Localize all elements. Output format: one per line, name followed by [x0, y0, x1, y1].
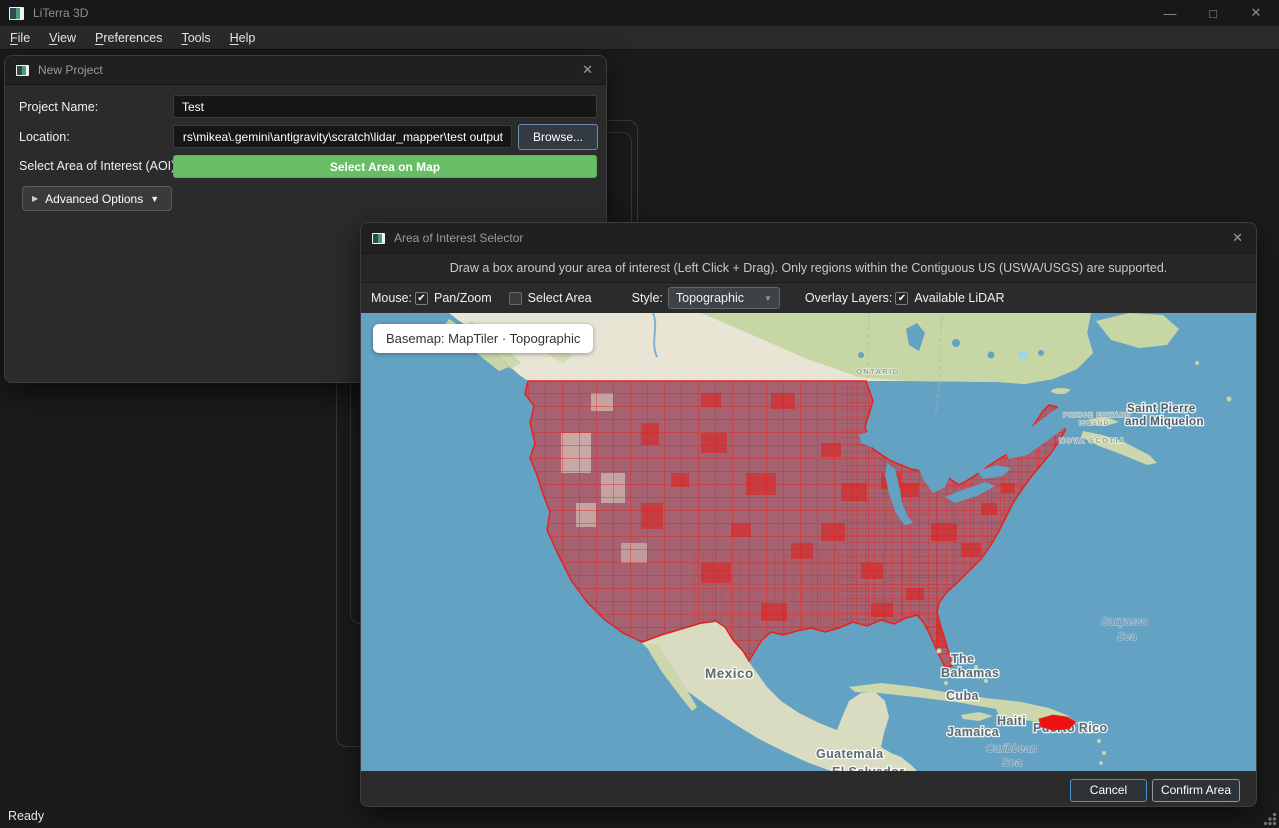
- menu-preferences[interactable]: Preferences: [95, 31, 162, 45]
- map-canvas[interactable]: ONTARIO PRINCE EDWARD ISLAND NOVA SCOTIA…: [361, 313, 1256, 771]
- bright-lake: [1018, 351, 1028, 359]
- style-label: Style:: [632, 291, 663, 305]
- close-icon[interactable]: ✕: [1249, 5, 1263, 21]
- pan-zoom-checkbox[interactable]: ✔: [415, 292, 428, 305]
- mouse-label: Mouse:: [371, 291, 412, 305]
- map-label-ontario: ONTARIO: [856, 367, 900, 376]
- map-label-sargasso-sea: Sargasso: [1101, 616, 1147, 628]
- expander-arrow-icon: ▶: [32, 194, 38, 203]
- menu-bar: File View Preferences Tools Help: [0, 26, 1279, 50]
- location-input[interactable]: rs\mikea\.gemini\antigravity\scratch\lid…: [173, 125, 512, 148]
- available-lidar-checkbox[interactable]: ✔: [895, 292, 908, 305]
- map-label-sargasso-sea-2: Sea: [1117, 631, 1137, 643]
- aoi-toolbar: Mouse: ✔ Pan/Zoom Select Area Style: Top…: [361, 283, 1256, 313]
- aoi-footer: Cancel Confirm Area: [361, 771, 1256, 809]
- map-label-caribbean-sea: Caribbean: [986, 743, 1037, 755]
- small-island: [1195, 361, 1199, 365]
- map-label-caribbean-sea-2: Sea: [1002, 757, 1022, 769]
- project-name-input[interactable]: Test: [173, 95, 597, 118]
- map-label-jamaica: Jamaica: [947, 725, 1000, 739]
- st-lawrence-estuary: [1064, 387, 1108, 409]
- map-label-bahamas-2: Bahamas: [941, 666, 999, 680]
- status-text: Ready: [8, 809, 44, 823]
- cancel-button[interactable]: Cancel: [1070, 779, 1147, 802]
- select-area-on-map-button[interactable]: Select Area on Map: [173, 155, 597, 178]
- map-label-haiti: Haiti: [997, 714, 1026, 728]
- map-label-guatemala: Guatemala: [816, 747, 884, 761]
- style-dropdown[interactable]: Topographic ▼: [668, 287, 780, 309]
- menu-tools[interactable]: Tools: [181, 31, 210, 45]
- minimize-icon[interactable]: —: [1163, 6, 1177, 21]
- overlay-layers-label: Overlay Layers:: [805, 291, 893, 305]
- aoi-selector-dialog: Area of Interest Selector ✕ Draw a box a…: [360, 222, 1257, 807]
- browse-button[interactable]: Browse...: [518, 124, 598, 150]
- aoi-titlebar[interactable]: Area of Interest Selector ✕: [361, 223, 1256, 254]
- new-project-titlebar[interactable]: New Project ✕: [5, 56, 606, 85]
- map-label-mexico: Mexico: [705, 666, 754, 681]
- select-area-label: Select Area: [528, 291, 592, 305]
- window-title: LiTerra 3D: [33, 6, 88, 20]
- pan-zoom-label: Pan/Zoom: [434, 291, 492, 305]
- menu-help[interactable]: Help: [230, 31, 256, 45]
- menu-file[interactable]: File: [10, 31, 30, 45]
- map-svg[interactable]: ONTARIO PRINCE EDWARD ISLAND NOVA SCOTIA…: [361, 313, 1256, 771]
- map-label-saint-pierre: Saint Pierre: [1127, 403, 1196, 415]
- map-label-cuba: Cuba: [946, 689, 979, 703]
- maximize-icon[interactable]: □: [1206, 6, 1220, 21]
- chevron-down-icon: ▼: [764, 294, 772, 303]
- aoi-label: Select Area of Interest (AOI):: [19, 159, 179, 173]
- resize-grip[interactable]: [1262, 811, 1277, 826]
- location-label: Location:: [19, 130, 70, 144]
- advanced-options-label: Advanced Options: [45, 192, 143, 206]
- window-controls: — □ ✕: [1163, 5, 1279, 21]
- advanced-options-button[interactable]: ▶ Advanced Options ▼: [22, 186, 172, 211]
- close-icon[interactable]: ✕: [1232, 230, 1243, 246]
- collapse-arrow-icon: ▼: [150, 194, 159, 204]
- aoi-instruction: Draw a box around your area of interest …: [361, 254, 1256, 283]
- map-label-el-salvador: El Salvador: [832, 765, 905, 771]
- style-dropdown-value: Topographic: [676, 291, 744, 305]
- aoi-title: Area of Interest Selector: [394, 231, 523, 245]
- close-icon[interactable]: ✕: [582, 62, 593, 78]
- project-name-label: Project Name:: [19, 100, 98, 114]
- dialog-icon: [16, 65, 29, 76]
- menu-view[interactable]: View: [49, 31, 76, 45]
- map-label-prince-edward-2: ISLAND: [1079, 420, 1109, 427]
- new-project-title: New Project: [38, 63, 103, 77]
- map-label-nova-scotia: NOVA SCOTIA: [1059, 436, 1126, 445]
- app-icon: [9, 7, 24, 20]
- map-label-saint-pierre-2: and Miquelon: [1125, 416, 1204, 428]
- map-label-bahamas: The: [951, 652, 974, 666]
- select-area-checkbox[interactable]: [509, 292, 522, 305]
- available-lidar-label: Available LiDAR: [914, 291, 1004, 305]
- window-titlebar: LiTerra 3D — □ ✕: [0, 0, 1279, 26]
- basemap-attribution: Basemap: MapTiler · Topographic: [373, 324, 593, 353]
- miquelon-island: [1227, 397, 1232, 402]
- dialog-icon: [372, 233, 385, 244]
- confirm-area-button[interactable]: Confirm Area: [1152, 779, 1240, 802]
- map-label-prince-edward: PRINCE EDWARD: [1063, 412, 1131, 419]
